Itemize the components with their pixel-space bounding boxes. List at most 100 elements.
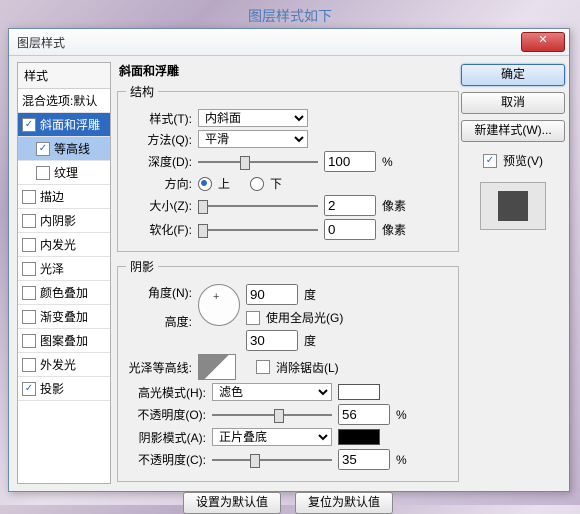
style-label: 图案叠加 bbox=[40, 332, 88, 349]
depth-slider[interactable] bbox=[198, 154, 318, 170]
style-checkbox[interactable] bbox=[22, 286, 36, 300]
style-item[interactable]: 纹理 bbox=[18, 161, 110, 185]
preview-swatch-inner bbox=[498, 191, 528, 221]
shadow-mode-select[interactable]: 正片叠底 bbox=[212, 428, 332, 446]
soften-slider[interactable] bbox=[198, 222, 318, 238]
style-label: 描边 bbox=[40, 188, 64, 205]
style-label: 纹理 bbox=[54, 164, 78, 181]
size-label: 大小(Z): bbox=[126, 197, 192, 214]
style-item[interactable]: 图案叠加 bbox=[18, 329, 110, 353]
soften-unit: 像素 bbox=[382, 221, 406, 238]
action-column: 确定 取消 新建样式(W)... 预览(V) bbox=[465, 62, 561, 484]
style-checkbox[interactable] bbox=[22, 382, 36, 396]
style-label: 渐变叠加 bbox=[40, 308, 88, 325]
depth-unit: % bbox=[382, 155, 393, 169]
highlight-mode-label: 高光模式(H): bbox=[126, 384, 206, 401]
layer-style-dialog: 图层样式 ✕ 样式 混合选项:默认 斜面和浮雕等高线纹理描边内阴影内发光光泽颜色… bbox=[8, 28, 570, 492]
style-label: 投影 bbox=[40, 380, 64, 397]
direction-label: 方向: bbox=[126, 175, 192, 192]
highlight-opacity-unit: % bbox=[396, 408, 407, 422]
altitude-input[interactable] bbox=[246, 330, 298, 351]
styles-list: 样式 混合选项:默认 斜面和浮雕等高线纹理描边内阴影内发光光泽颜色叠加渐变叠加图… bbox=[17, 62, 111, 484]
technique-select[interactable]: 平滑 bbox=[198, 130, 308, 148]
shadow-opacity-unit: % bbox=[396, 453, 407, 467]
style-item[interactable]: 内发光 bbox=[18, 233, 110, 257]
highlight-opacity-slider[interactable] bbox=[212, 407, 332, 423]
style-checkbox[interactable] bbox=[22, 334, 36, 348]
soften-label: 软化(F): bbox=[126, 221, 192, 238]
style-item[interactable]: 描边 bbox=[18, 185, 110, 209]
antialias-label: 消除锯齿(L) bbox=[276, 359, 339, 376]
close-button[interactable]: ✕ bbox=[521, 32, 565, 52]
style-label: 颜色叠加 bbox=[40, 284, 88, 301]
antialias-checkbox[interactable] bbox=[256, 360, 270, 374]
style-checkbox[interactable] bbox=[22, 310, 36, 324]
shadow-mode-label: 阴影模式(A): bbox=[126, 429, 206, 446]
dialog-title: 图层样式 bbox=[17, 34, 521, 51]
titlebar: 图层样式 ✕ bbox=[9, 29, 569, 56]
structure-legend: 结构 bbox=[126, 83, 158, 100]
ok-button[interactable]: 确定 bbox=[461, 64, 565, 86]
style-label: 斜面和浮雕 bbox=[40, 116, 100, 133]
style-item[interactable]: 外发光 bbox=[18, 353, 110, 377]
style-item[interactable]: 光泽 bbox=[18, 257, 110, 281]
style-item[interactable]: 投影 bbox=[18, 377, 110, 401]
gloss-contour-label: 光泽等高线: bbox=[126, 359, 192, 376]
reset-default-button[interactable]: 复位为默认值 bbox=[295, 492, 393, 514]
style-select[interactable]: 内斜面 bbox=[198, 109, 308, 127]
angle-input[interactable] bbox=[246, 284, 298, 305]
shadow-color-swatch[interactable] bbox=[338, 429, 380, 445]
style-checkbox[interactable] bbox=[22, 358, 36, 372]
direction-up-label: 上 bbox=[218, 175, 230, 192]
style-item[interactable]: 斜面和浮雕 bbox=[18, 113, 110, 137]
shadow-opacity-label: 不透明度(C): bbox=[126, 451, 206, 468]
shadow-opacity-input[interactable] bbox=[338, 449, 390, 470]
style-checkbox[interactable] bbox=[22, 118, 36, 132]
style-checkbox[interactable] bbox=[22, 214, 36, 228]
depth-input[interactable] bbox=[324, 151, 376, 172]
style-item[interactable]: 颜色叠加 bbox=[18, 281, 110, 305]
style-label: 光泽 bbox=[40, 260, 64, 277]
global-light-label: 使用全局光(G) bbox=[266, 309, 343, 326]
settings-panel: 斜面和浮雕 结构 样式(T): 内斜面 方法(Q): 平滑 深度(D): bbox=[117, 62, 459, 484]
make-default-button[interactable]: 设置为默认值 bbox=[183, 492, 281, 514]
gloss-contour-picker[interactable] bbox=[198, 354, 236, 380]
style-label: 外发光 bbox=[40, 356, 76, 373]
style-checkbox[interactable] bbox=[22, 262, 36, 276]
structure-group: 结构 样式(T): 内斜面 方法(Q): 平滑 深度(D): bbox=[117, 83, 459, 252]
size-input[interactable] bbox=[324, 195, 376, 216]
altitude-label: 高度: bbox=[126, 313, 192, 330]
direction-down-label: 下 bbox=[270, 175, 282, 192]
panel-title: 斜面和浮雕 bbox=[117, 62, 459, 83]
style-item[interactable]: 等高线 bbox=[18, 137, 110, 161]
style-checkbox[interactable] bbox=[36, 166, 50, 180]
angle-control[interactable] bbox=[198, 284, 240, 326]
preview-label: 预览(V) bbox=[503, 152, 543, 169]
highlight-mode-select[interactable]: 滤色 bbox=[212, 383, 332, 401]
angle-unit: 度 bbox=[304, 286, 316, 303]
direction-up-radio[interactable] bbox=[198, 177, 212, 191]
style-label: 内阴影 bbox=[40, 212, 76, 229]
depth-label: 深度(D): bbox=[126, 153, 192, 170]
global-light-checkbox[interactable] bbox=[246, 311, 260, 325]
shading-group: 阴影 角度(N): 高度: 度 bbox=[117, 258, 459, 482]
new-style-button[interactable]: 新建样式(W)... bbox=[461, 120, 565, 142]
direction-down-radio[interactable] bbox=[250, 177, 264, 191]
highlight-color-swatch[interactable] bbox=[338, 384, 380, 400]
highlight-opacity-label: 不透明度(O): bbox=[126, 406, 206, 423]
style-item[interactable]: 渐变叠加 bbox=[18, 305, 110, 329]
styles-header[interactable]: 样式 bbox=[18, 63, 110, 89]
style-checkbox[interactable] bbox=[36, 142, 50, 156]
preview-checkbox[interactable] bbox=[483, 154, 497, 168]
caption-text: 图层样式如下 bbox=[0, 0, 580, 26]
highlight-opacity-input[interactable] bbox=[338, 404, 390, 425]
blend-options[interactable]: 混合选项:默认 bbox=[18, 89, 110, 113]
style-label: 样式(T): bbox=[126, 110, 192, 127]
style-item[interactable]: 内阴影 bbox=[18, 209, 110, 233]
style-checkbox[interactable] bbox=[22, 238, 36, 252]
shadow-opacity-slider[interactable] bbox=[212, 452, 332, 468]
cancel-button[interactable]: 取消 bbox=[461, 92, 565, 114]
style-checkbox[interactable] bbox=[22, 190, 36, 204]
soften-input[interactable] bbox=[324, 219, 376, 240]
size-slider[interactable] bbox=[198, 198, 318, 214]
